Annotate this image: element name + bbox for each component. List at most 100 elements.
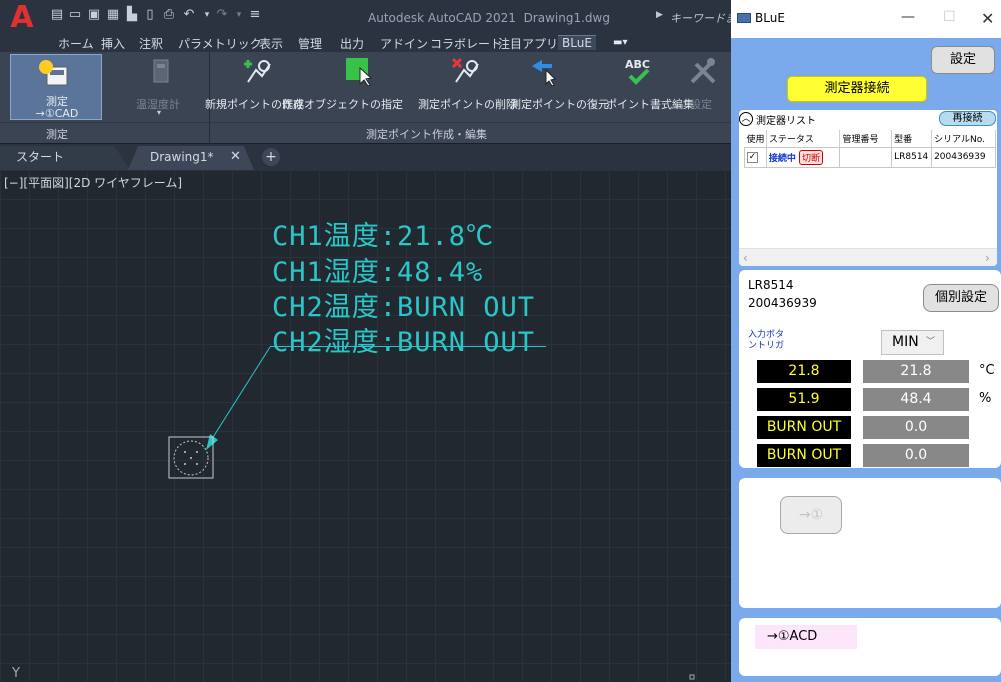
- individual-settings-button[interactable]: 個別設定: [923, 284, 999, 312]
- delete-point-button[interactable]: 測定ポイントの削除: [418, 54, 517, 120]
- document-name: Drawing1.dwg: [523, 11, 610, 25]
- maximize-icon[interactable]: ☐: [943, 9, 956, 25]
- realtime-value: 51.9: [757, 388, 851, 411]
- unit-label: %: [979, 391, 992, 406]
- search-arrow-icon: ▶: [656, 10, 663, 20]
- existing-object-button[interactable]: 既存オブジェクトの指定: [282, 54, 410, 120]
- ribbon-options-icon[interactable]: ▬▾: [613, 37, 635, 49]
- blue-window-title: BLuE: [755, 11, 785, 25]
- chevron-down-icon: ﹀: [925, 337, 935, 347]
- device-list-header: ︿ 測定器リスト 再接続: [739, 110, 997, 128]
- existing-object-label: 既存オブジェクトの指定: [282, 98, 403, 111]
- autocad-window: A ▤ ▭ ▣ ▦ ▙ ▯ ⎙ ↶ ▾ ↷ ▾ ≡ Autodesk AutoC…: [0, 0, 731, 682]
- status-badge: 接続中: [768, 153, 796, 164]
- customize-qat-icon[interactable]: ≡: [248, 8, 262, 22]
- tab-blue[interactable]: BLuE: [558, 35, 596, 50]
- use-checkbox[interactable]: ✓: [747, 151, 758, 163]
- drawing-viewport[interactable]: [−][平面図][2D ワイヤフレーム] CH1温度:21.8℃ CH1湿度:4…: [0, 170, 731, 682]
- tab-addins[interactable]: アドイン: [380, 35, 428, 52]
- leader-line: [209, 346, 271, 443]
- tab-collaborate[interactable]: コラボレート: [430, 35, 502, 52]
- point-format-label: ポイント書式編集: [606, 98, 694, 111]
- ribbon-settings-label: 設定: [690, 98, 712, 111]
- device-model: LR8514: [748, 278, 794, 292]
- ribbon-settings-button[interactable]: 設定: [686, 54, 726, 120]
- close-window-icon[interactable]: ✕: [981, 9, 994, 28]
- restore-point-label: 測定ポイントの復元: [510, 98, 609, 111]
- leader-graphic: [168, 346, 695, 680]
- open-folder-icon[interactable]: ▭: [68, 8, 82, 22]
- autocad-title-bar: A ▤ ▭ ▣ ▦ ▙ ▯ ⎙ ↶ ▾ ↷ ▾ ≡ Autodesk AutoC…: [0, 0, 731, 34]
- tab-parametric[interactable]: パラメトリック: [178, 35, 262, 52]
- new-tab-icon[interactable]: +: [262, 148, 280, 166]
- unit-label: °C: [979, 363, 995, 378]
- blue-title-bar: BLuE — ☐ ✕: [731, 0, 1001, 38]
- point-format-button[interactable]: ABC ポイント書式編集: [600, 54, 694, 120]
- ucs-icon: Y: [12, 666, 20, 681]
- export-icon[interactable]: ▯: [143, 8, 157, 22]
- stored-value: 0.0: [863, 444, 969, 467]
- use-cell: ✓: [744, 146, 767, 168]
- save-icon[interactable]: ▣: [87, 8, 101, 22]
- leader-arrowhead: [206, 434, 218, 450]
- reconnect-button[interactable]: 再接続: [939, 111, 996, 126]
- app-name: Autodesk AutoCAD 2021: [368, 11, 516, 25]
- redo-icon[interactable]: ↷: [215, 8, 229, 22]
- undo-icon[interactable]: ↶: [182, 8, 196, 22]
- trigger-mode-select[interactable]: MIN ﹀: [881, 330, 944, 355]
- ribbon-tab-bar: ホーム 挿入 注釈 パラメトリック 表示 管理 出力 アドイン コラボレート 注…: [0, 34, 731, 52]
- undo-dropdown-icon[interactable]: ▾: [200, 8, 214, 22]
- layout-marker: [689, 674, 695, 680]
- target-label: →①ACD: [755, 625, 857, 649]
- search-input[interactable]: キーワードまた: [670, 10, 731, 26]
- close-tab-icon[interactable]: ✕: [230, 146, 241, 168]
- web-mobile-icon[interactable]: ▙: [125, 8, 139, 22]
- panel-title-divider: [0, 122, 731, 123]
- trigger-mode-value: MIN: [892, 334, 919, 350]
- device-list-panel: ︿ 測定器リスト 再接続 使用 ステータス 管理番号 型番 シリアルNo. ✓ …: [739, 110, 997, 266]
- scroll-right-icon[interactable]: ›: [985, 251, 990, 265]
- collapse-icon[interactable]: ︿: [739, 112, 753, 126]
- realtime-value: BURN OUT: [757, 444, 851, 467]
- device-list-title: 測定器リスト: [756, 116, 816, 127]
- blue-app-icon: [737, 13, 751, 23]
- col-use: 使用: [744, 130, 767, 147]
- tab-insert[interactable]: 挿入: [101, 35, 125, 52]
- settings-button[interactable]: 設定: [931, 46, 995, 74]
- thermometer-device-icon: [153, 59, 169, 83]
- thermo-hygrometer-button[interactable]: 温湿度計 ▾: [126, 54, 196, 120]
- tab-manage[interactable]: 管理: [298, 35, 322, 52]
- measure-icon: [39, 60, 68, 86]
- manage-id-cell: [839, 146, 893, 168]
- tab-home[interactable]: ホーム: [58, 35, 94, 52]
- scroll-left-icon[interactable]: ‹: [743, 251, 748, 265]
- minimize-icon[interactable]: —: [901, 9, 915, 25]
- print-icon[interactable]: ⎙: [162, 8, 176, 22]
- table-row[interactable]: ✓ 接続中 切断 LR8514 200436939: [744, 146, 996, 168]
- tab-start[interactable]: スタート: [0, 146, 130, 170]
- stored-value: 48.4: [863, 388, 969, 411]
- delete-point-label: 測定ポイントの削除: [418, 98, 517, 111]
- col-manage-id: 管理番号: [839, 130, 893, 147]
- send-to-cad-button[interactable]: →①: [780, 496, 842, 534]
- realtime-value: 21.8: [757, 360, 851, 383]
- tab-output[interactable]: 出力: [340, 35, 364, 52]
- new-file-icon[interactable]: ▤: [50, 8, 64, 22]
- measure-to-cad-button[interactable]: 測定 →①CAD: [10, 54, 102, 120]
- tab-view[interactable]: 表示: [259, 35, 283, 52]
- tab-featured-apps[interactable]: 注目アプリ: [498, 35, 558, 52]
- save-as-icon[interactable]: ▦: [106, 8, 120, 22]
- redo-dropdown-icon[interactable]: ▾: [232, 8, 246, 22]
- device-serial: 200436939: [748, 296, 817, 310]
- tab-annotate[interactable]: 注釈: [139, 35, 163, 52]
- connect-device-button[interactable]: 測定器接続: [787, 76, 927, 102]
- autocad-logo-icon[interactable]: A: [6, 2, 38, 34]
- col-status: ステータス: [766, 130, 841, 147]
- stored-value: 0.0: [863, 416, 969, 439]
- target-panel: →①ACD: [739, 618, 1001, 676]
- thermo-dropdown-icon[interactable]: ▾: [157, 108, 161, 117]
- horizontal-scrollbar[interactable]: ‹ ›: [739, 248, 997, 266]
- disconnect-button[interactable]: 切断: [798, 149, 823, 165]
- serial-cell: 200436939: [931, 146, 996, 168]
- restore-point-button[interactable]: 測定ポイントの復元: [510, 54, 609, 120]
